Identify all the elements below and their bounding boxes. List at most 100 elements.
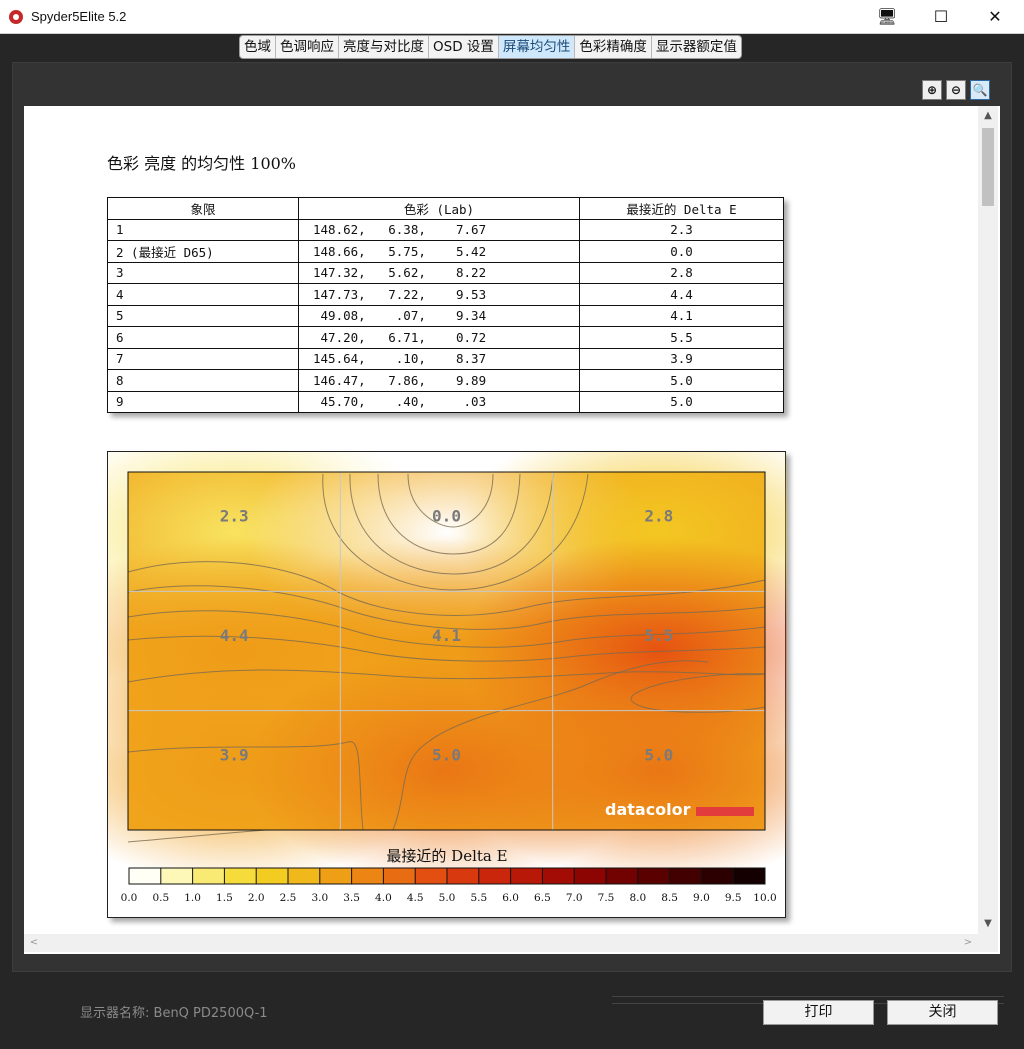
datacolor-watermark: datacolor (605, 800, 691, 819)
cell-lab: 45.70, .40, .03 (298, 390, 580, 413)
cell-value-label: 0.0 (432, 507, 461, 526)
scale-swatch (192, 868, 225, 884)
vertical-scroll-thumb[interactable] (982, 128, 994, 206)
print-button[interactable]: 打印 (763, 1000, 874, 1025)
close-window-button[interactable]: ✕ (972, 0, 1018, 34)
cell-lab: 49.08, .07, 9.34 (298, 304, 580, 327)
tab-osd-settings[interactable]: OSD 设置 (429, 36, 499, 58)
scale-tick-label: 2.5 (280, 892, 297, 904)
tab-display-rating[interactable]: 显示器额定值 (652, 36, 741, 58)
monitor-icon[interactable]: 🖥 (864, 0, 910, 34)
cell-value-label: 2.3 (220, 507, 249, 526)
scale-swatch (510, 868, 543, 884)
scale-swatch (606, 868, 638, 884)
cell-delta-e: 4.4 (579, 283, 784, 306)
scale-swatch (733, 868, 765, 884)
horizontal-scrollbar[interactable]: < > (24, 934, 978, 952)
scale-tick-label: 0.5 (152, 892, 169, 904)
cell-value-label: 3.9 (220, 745, 249, 764)
table-row: 5 49.08, .07, 9.34 4.1 (107, 304, 784, 327)
scroll-right-icon[interactable]: > (960, 934, 976, 952)
tab-list: 色域 色调响应 亮度与对比度 OSD 设置 屏幕均匀性 色彩精确度 显示器额定值 (239, 35, 742, 59)
window-title: Spyder5Elite 5.2 (31, 9, 127, 24)
cell-lab: 148.66, 5.75, 5.42 (298, 240, 580, 263)
scale-swatch (701, 868, 734, 884)
table-row: 3 147.32, 5.62, 8.22 2.8 (107, 261, 784, 284)
scale-swatch (288, 868, 320, 884)
cell-delta-e: 0.0 (579, 240, 784, 263)
tab-brightness-contrast[interactable]: 亮度与对比度 (339, 36, 429, 58)
display-name-key: 显示器名称: (80, 1006, 150, 1021)
scroll-left-icon[interactable]: < (26, 934, 42, 952)
table-row: 2 (最接近 D65) 148.66, 5.75, 5.42 0.0 (107, 240, 784, 263)
cell-quadrant: 9 (107, 390, 299, 413)
cell-delta-e: 5.0 (579, 369, 784, 392)
datacolor-bar (696, 807, 754, 816)
scale-tick-label: 7.5 (598, 892, 615, 904)
spyder-logo-icon (9, 10, 23, 24)
scale-tick-label: 0.0 (121, 892, 138, 904)
table-row: 7 145.64, .10, 8.37 3.9 (107, 347, 784, 370)
display-name-label: 显示器名称: BenQ PD2500Q-1 (80, 1002, 268, 1021)
cell-quadrant: 3 (107, 261, 299, 284)
table-header-row: 象限 色彩 (Lab) 最接近的 Delta E (107, 197, 784, 220)
scale-tick-label: 3.0 (311, 892, 328, 904)
cell-delta-e: 4.1 (579, 304, 784, 327)
scale-swatch (415, 868, 447, 884)
scroll-corner (978, 934, 998, 952)
scale-tick-label: 9.5 (725, 892, 742, 904)
table-row: 6 47.20, 6.71, 0.72 5.5 (107, 326, 784, 349)
cell-lab: 47.20, 6.71, 0.72 (298, 326, 580, 349)
tab-screen-uniformity[interactable]: 屏幕均匀性 (498, 36, 576, 58)
table-row: 4 147.73, 7.22, 9.53 4.4 (107, 283, 784, 306)
scale-tick-label: 5.5 (470, 892, 487, 904)
vertical-scrollbar[interactable]: ▲ ▼ (978, 106, 998, 934)
scale-swatch (129, 868, 161, 884)
uniformity-chart: 2.3 0.0 2.8 4.4 4.1 5.5 3.9 5.0 5.0 datacolor 最接近的… (107, 451, 787, 918)
scale-tick-label: 7.0 (566, 892, 583, 904)
display-name-value: BenQ PD2500Q-1 (153, 1006, 268, 1021)
footer-bar: 显示器名称: BenQ PD2500Q-1 打印 关闭 (0, 972, 1024, 1049)
scale-swatch (256, 868, 288, 884)
cell-quadrant: 2 (最接近 D65) (107, 240, 299, 263)
scale-swatch (478, 868, 511, 884)
scale-tick-label: 4.0 (375, 892, 392, 904)
zoom-toolbar: ⊕ ⊖ 🔍 (922, 80, 990, 100)
cell-delta-e: 3.9 (579, 347, 784, 370)
tab-bar: 色域 色调响应 亮度与对比度 OSD 设置 屏幕均匀性 色彩精确度 显示器额定值 (0, 34, 1024, 62)
table-row: 8 146.47, 7.86, 9.89 5.0 (107, 369, 784, 392)
app-window: Spyder5Elite 5.2 🖥 ☐ ✕ 色域 色调响应 亮度与对比度 OS… (0, 0, 1024, 1049)
tab-tone-response[interactable]: 色调响应 (276, 36, 339, 58)
scale-tick-label: 4.5 (407, 892, 424, 904)
cell-quadrant: 4 (107, 283, 299, 306)
scroll-down-icon[interactable]: ▼ (978, 914, 998, 934)
cell-lab: 146.47, 7.86, 9.89 (298, 369, 580, 392)
scale-tick-label: 8.0 (629, 892, 646, 904)
scale-tick-label: 9.0 (693, 892, 710, 904)
zoom-fit-icon[interactable]: 🔍 (970, 80, 990, 100)
tab-color-accuracy[interactable]: 色彩精确度 (575, 36, 652, 58)
cell-lab: 147.73, 7.22, 9.53 (298, 283, 580, 306)
col-header-quadrant: 象限 (107, 197, 299, 220)
tab-gamut[interactable]: 色域 (240, 36, 276, 58)
zoom-in-icon[interactable]: ⊕ (922, 80, 942, 100)
col-header-delta-e: 最接近的 Delta E (579, 197, 784, 220)
scale-swatch (447, 868, 479, 884)
cell-quadrant: 6 (107, 326, 299, 349)
close-button[interactable]: 关闭 (887, 1000, 998, 1025)
scale-tick-label: 8.5 (661, 892, 678, 904)
cell-delta-e: 2.8 (579, 261, 784, 284)
cell-delta-e: 5.0 (579, 390, 784, 413)
cell-value-label: 4.1 (432, 626, 461, 645)
cell-delta-e: 5.5 (579, 326, 784, 349)
maximize-button[interactable]: ☐ (918, 0, 964, 34)
legend-title: 最接近的 Delta E (386, 847, 507, 865)
cell-lab: 145.64, .10, 8.37 (298, 347, 580, 370)
scale-swatch (224, 868, 257, 884)
cell-lab: 147.32, 5.62, 8.22 (298, 261, 580, 284)
scroll-up-icon[interactable]: ▲ (978, 106, 998, 126)
scale-swatch (319, 868, 352, 884)
scale-swatch (383, 868, 416, 884)
zoom-out-icon[interactable]: ⊖ (946, 80, 966, 100)
uniformity-heatmap-svg: 2.3 0.0 2.8 4.4 4.1 5.5 3.9 5.0 5.0 datacolor 最接近的… (108, 452, 787, 904)
